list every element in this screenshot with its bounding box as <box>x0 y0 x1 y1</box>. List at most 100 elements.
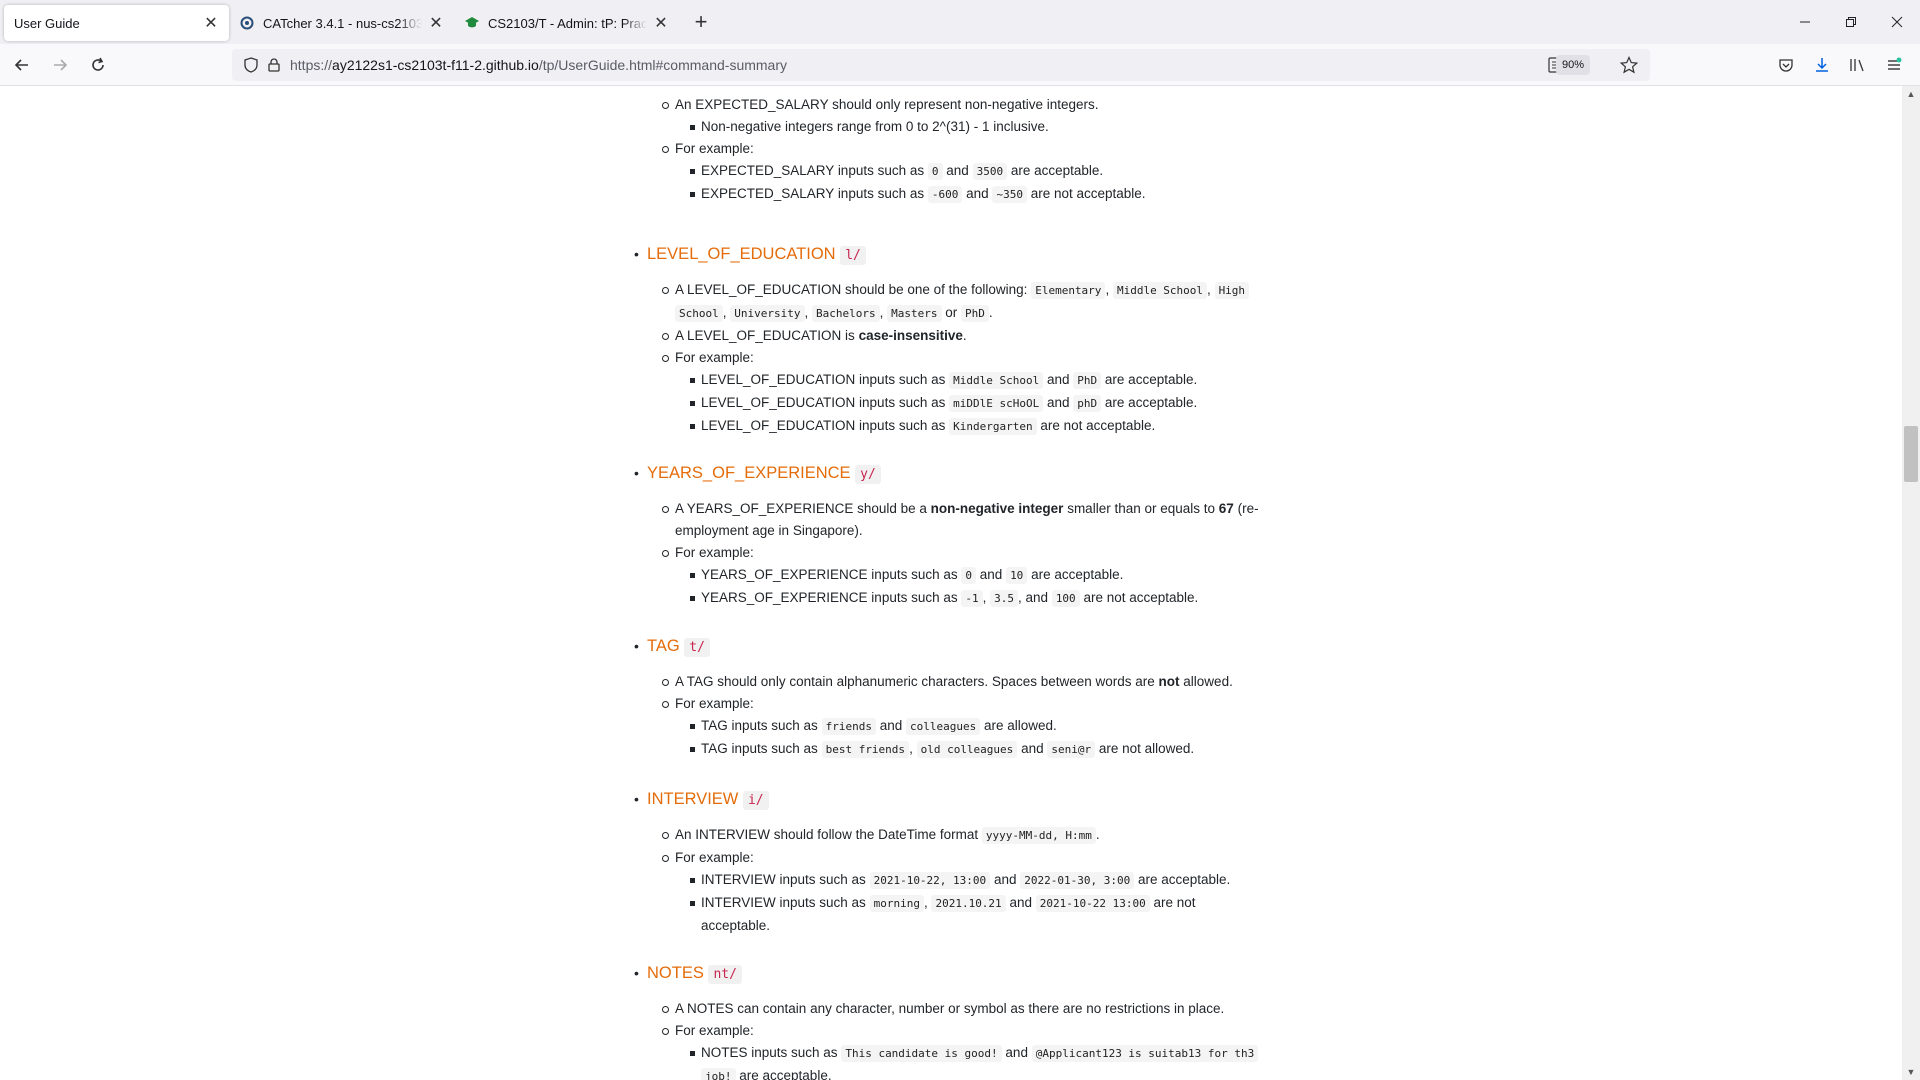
list-item: YEARS_OF_EXPERIENCE inputs such as 0 and… <box>690 564 1280 587</box>
param-heading: INTERVIEW i/ <box>634 786 1280 814</box>
text: and <box>993 872 1017 887</box>
list-item: NOTES inputs such as This candidate is g… <box>690 1042 1280 1080</box>
text: LEVEL_OF_EDUCATION inputs such as <box>701 395 946 410</box>
section-interview: INTERVIEW i/ An INTERVIEW should follow … <box>620 786 1280 937</box>
text: acceptable. <box>701 918 771 933</box>
restore-icon[interactable] <box>1828 0 1874 44</box>
param-heading: NOTES nt/ <box>634 960 1280 988</box>
inline-code: Elementary <box>1031 282 1106 299</box>
text: A YEARS_OF_EXPERIENCE should be a <box>675 501 927 516</box>
graduation-cap-icon <box>464 15 480 31</box>
inline-code: old colleagues <box>916 741 1018 758</box>
scrollbar-thumb[interactable] <box>1904 426 1918 482</box>
scroll-up-arrow-icon[interactable]: ▲ <box>1902 86 1920 102</box>
text: and <box>1046 372 1070 387</box>
list-item: For example: <box>662 347 1280 369</box>
tab-title: User Guide <box>14 15 80 31</box>
param-prefix: nt/ <box>708 965 742 984</box>
bold-text: case-insensitive <box>858 328 963 343</box>
list-item: YEARS_OF_EXPERIENCE inputs such as -1, 3… <box>690 587 1280 610</box>
list-item: For example: <box>662 693 1280 715</box>
list-item: TAG inputs such as friends and colleague… <box>690 715 1280 738</box>
text: (re- <box>1237 501 1259 516</box>
new-tab-button[interactable]: + <box>685 6 717 38</box>
back-button[interactable] <box>6 49 38 81</box>
list-item: For example: <box>662 138 1280 160</box>
close-icon[interactable]: ✕ <box>428 15 444 32</box>
menu-icon[interactable] <box>1876 49 1912 81</box>
inline-code: colleagues <box>906 718 981 735</box>
tab-title: CS2103/T - Admin: tP: Practical <box>488 15 647 31</box>
param-title: NOTES <box>647 964 704 982</box>
text: YEARS_OF_EXPERIENCE inputs such as <box>701 567 958 582</box>
minimize-icon[interactable] <box>1782 0 1828 44</box>
list-item: An EXPECTED_SALARY should only represent… <box>662 94 1280 116</box>
text: and <box>966 186 989 201</box>
section-notes: NOTES nt/ A NOTES can contain any charac… <box>620 960 1280 1080</box>
bold-text: 67 <box>1218 501 1234 516</box>
param-prefix: y/ <box>855 465 881 484</box>
param-heading: TAG t/ <box>634 633 1280 661</box>
param-title: YEARS_OF_EXPERIENCE <box>647 464 851 482</box>
tab-cs2103-admin[interactable]: CS2103/T - Admin: tP: Practical ✕ <box>454 5 679 41</box>
inline-code: 100 <box>1051 590 1080 607</box>
library-icon[interactable] <box>1840 49 1876 81</box>
section-tag: TAG t/ A TAG should only contain alphanu… <box>620 633 1280 761</box>
reload-button[interactable] <box>82 49 114 81</box>
text: are acceptable. <box>1137 872 1231 887</box>
tab-user-guide[interactable]: User Guide ✕ <box>4 5 229 41</box>
window-controls <box>1782 0 1920 44</box>
navigation-bar: https://ay2122s1-cs2103t-f11-2.github.io… <box>0 44 1920 86</box>
list-item: EXPECTED_SALARY inputs such as 0 and 350… <box>690 160 1280 183</box>
list-item: LEVEL_OF_EDUCATION inputs such as miDDlE… <box>690 392 1280 415</box>
pocket-icon[interactable] <box>1768 49 1804 81</box>
tab-strip: User Guide ✕ CATcher 3.4.1 - nus-cs2103-… <box>0 0 1920 44</box>
close-icon[interactable]: ✕ <box>203 15 219 32</box>
tab-title: CATcher 3.4.1 - nus-cs2103-AY2 <box>263 15 422 31</box>
close-icon[interactable]: ✕ <box>653 15 669 32</box>
url-scheme: https:// <box>290 57 333 73</box>
zoom-level-button[interactable]: 90% <box>1555 55 1590 75</box>
text: LEVEL_OF_EDUCATION inputs such as <box>701 372 946 387</box>
vertical-scrollbar[interactable]: ▲ ▼ <box>1902 86 1920 1080</box>
text: A TAG should only contain alphanumeric c… <box>675 674 1155 689</box>
text: are acceptable. <box>1104 372 1198 387</box>
param-title: LEVEL_OF_EDUCATION <box>647 245 836 263</box>
text: and <box>979 567 1003 582</box>
list-item: A YEARS_OF_EXPERIENCE should be a non-ne… <box>662 498 1280 542</box>
list-item: INTERVIEW inputs such as morning, 2021.1… <box>690 892 1280 937</box>
download-icon[interactable] <box>1804 49 1840 81</box>
text: and <box>1005 1045 1028 1060</box>
inline-code: morning <box>869 895 924 912</box>
inline-code: 2021.10.21 <box>931 895 1006 912</box>
text: are not allowed. <box>1098 741 1195 756</box>
shield-icon[interactable] <box>244 57 258 73</box>
list-item: INTERVIEW inputs such as 2021-10-22, 13:… <box>690 869 1280 892</box>
text: INTERVIEW inputs such as <box>701 895 866 910</box>
bookmark-star-icon[interactable] <box>1620 56 1638 74</box>
tab-catcher[interactable]: CATcher 3.4.1 - nus-cs2103-AY2 ✕ <box>229 5 454 41</box>
inline-code: High <box>1214 282 1250 299</box>
inline-code: -1 <box>961 590 983 607</box>
inline-code: phD <box>1073 395 1102 412</box>
forward-button[interactable] <box>44 49 76 81</box>
close-window-icon[interactable] <box>1874 0 1920 44</box>
inline-code: Bachelors <box>812 305 880 322</box>
inline-code: PhD <box>961 305 989 322</box>
text: A LEVEL_OF_EDUCATION is <box>675 328 855 343</box>
text: EXPECTED_SALARY inputs such as <box>701 163 925 178</box>
param-prefix: i/ <box>742 791 769 810</box>
text: are acceptable. <box>1010 163 1104 178</box>
scroll-down-arrow-icon[interactable]: ▼ <box>1902 1064 1920 1080</box>
text: EXPECTED_SALARY inputs such as <box>701 186 925 201</box>
address-bar[interactable]: https://ay2122s1-cs2103t-f11-2.github.io… <box>232 49 1650 81</box>
inline-code: PhD <box>1073 372 1102 389</box>
inline-code: Middle School <box>1112 282 1208 299</box>
lock-icon[interactable] <box>268 58 280 72</box>
section-level-of-education: LEVEL_OF_EDUCATION l/ A LEVEL_OF_EDUCATI… <box>620 241 1280 438</box>
toolbar-right <box>1768 49 1912 81</box>
url-text[interactable]: https://ay2122s1-cs2103t-f11-2.github.io… <box>290 57 787 73</box>
inline-code: best friends <box>821 741 910 758</box>
param-title: INTERVIEW <box>647 790 739 808</box>
catcher-favicon-icon <box>239 15 255 31</box>
